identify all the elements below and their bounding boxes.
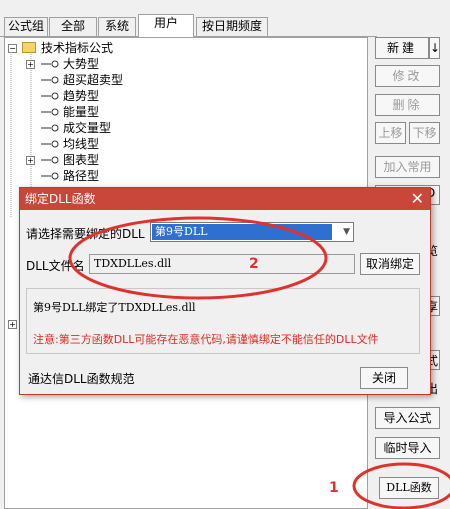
annotation-label-1: 1 bbox=[329, 480, 339, 496]
annotation-label-2: 2 bbox=[249, 256, 259, 272]
annotation-overlay bbox=[68, 216, 450, 509]
tab-user[interactable]: 用户 bbox=[138, 14, 194, 37]
annotation-ellipse-1 bbox=[352, 462, 450, 509]
annotation-ellipse-2 bbox=[68, 216, 328, 300]
